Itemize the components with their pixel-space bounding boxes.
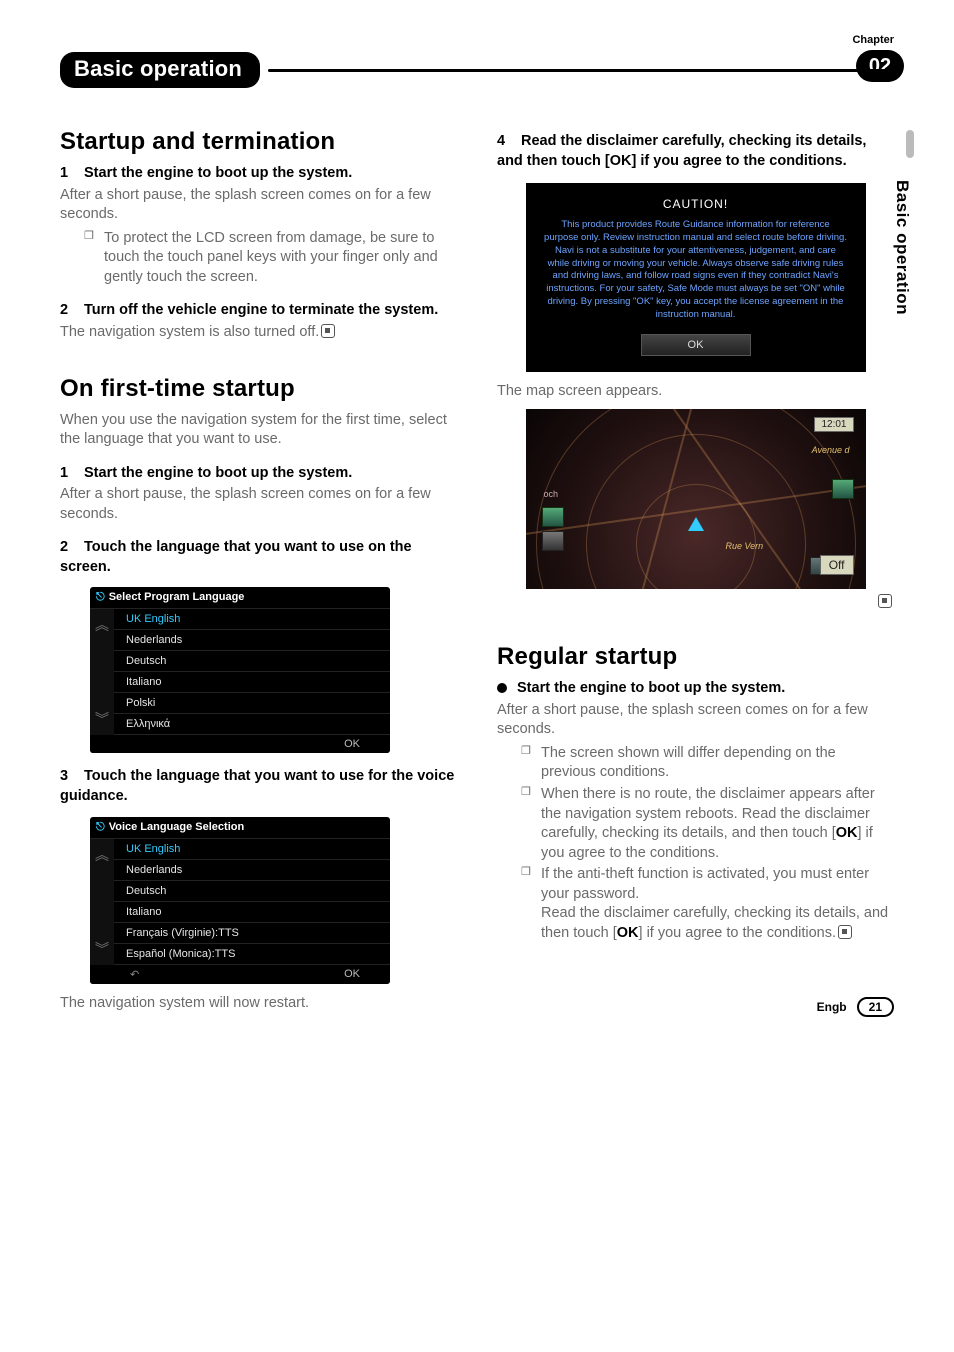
- ok-button[interactable]: OK: [344, 738, 360, 750]
- s2-step-1: 1Start the engine to boot up the system.: [60, 464, 457, 484]
- list-item[interactable]: UK English: [114, 609, 390, 630]
- header-line: [268, 69, 894, 72]
- map-button-icon[interactable]: [832, 479, 854, 499]
- right-column: 4Read the disclaimer carefully, checking…: [497, 128, 894, 1013]
- step-text: Start the engine to boot up the system.: [84, 165, 352, 181]
- list-item[interactable]: Italiano: [114, 902, 390, 923]
- chapter-label: Chapter: [852, 34, 894, 46]
- step-2: 2Turn off the vehicle engine to terminat…: [60, 301, 457, 321]
- map-street-label: Avenue d: [812, 445, 850, 455]
- voice-list-title: ⎋ Voice Language Selection: [90, 817, 390, 839]
- list-item[interactable]: Español (Monica):TTS: [114, 944, 390, 965]
- restart-note: The navigation system will now restart.: [60, 994, 457, 1014]
- ok-button[interactable]: OK: [344, 968, 360, 981]
- back-button[interactable]: ↶: [130, 968, 139, 981]
- step-1-body: After a short pause, the splash screen c…: [60, 186, 457, 225]
- list-item[interactable]: Deutsch: [114, 881, 390, 902]
- bullet-icon: [497, 683, 507, 693]
- side-tab-marker: [906, 130, 914, 158]
- voice-language-figure: ⎋ Voice Language Selection ︽ ︾ UK English…: [90, 817, 390, 984]
- step-text: Turn off the vehicle engine to terminate…: [84, 302, 438, 318]
- s2-step-2: 2Touch the language that you want to use…: [60, 538, 457, 577]
- step-number: 3: [60, 767, 84, 787]
- step-1: 1Start the engine to boot up the system.: [60, 164, 457, 184]
- page-footer: Engb 21: [817, 997, 894, 1017]
- step-2-body-text: The navigation system is also turned off…: [60, 324, 319, 340]
- map-small-label: och: [544, 489, 559, 499]
- step-number: 4: [497, 132, 521, 152]
- note-no-route: When there is no route, the disclaimer a…: [521, 785, 894, 863]
- footer-language: Engb: [817, 1000, 847, 1014]
- list-item[interactable]: Nederlands: [114, 860, 390, 881]
- list-item[interactable]: Français (Virginie):TTS: [114, 923, 390, 944]
- voice-items: UK English Nederlands Deutsch Italiano F…: [114, 839, 390, 965]
- step-text: Read the disclaimer carefully, checking …: [497, 133, 866, 169]
- regular-bullet: Start the engine to boot up the system.: [497, 679, 894, 699]
- marker-icon: ⎋: [96, 821, 105, 833]
- ok-inline: OK: [617, 925, 639, 941]
- note-screen-differ: The screen shown will differ depending o…: [521, 744, 894, 783]
- side-tab: Basic operation: [892, 160, 914, 370]
- caution-figure: CAUTION! This product provides Route Gui…: [526, 183, 866, 372]
- note-text: When there is no route, the disclaimer a…: [541, 786, 875, 841]
- s2-step1-body: After a short pause, the splash screen c…: [60, 485, 457, 524]
- side-label: Basic operation: [892, 180, 912, 315]
- step-number: 2: [60, 301, 84, 321]
- list-item[interactable]: Deutsch: [114, 651, 390, 672]
- list-item[interactable]: Ελληνικά: [114, 714, 390, 735]
- map-time-badge: 12:01: [814, 417, 853, 432]
- lang-title-text: Select Program Language: [109, 591, 245, 603]
- step-text: Start the engine to boot up the system.: [84, 465, 352, 481]
- map-button-icon[interactable]: [542, 531, 564, 551]
- ok-inline: OK: [836, 825, 858, 841]
- lang-items: UK English Nederlands Deutsch Italiano P…: [114, 609, 390, 735]
- note-antitheft: If the anti-theft function is activated,…: [521, 865, 894, 943]
- map-figure: 12:01 Avenue d Rue Vern och Off: [526, 409, 866, 589]
- caution-ok-button[interactable]: OK: [641, 334, 751, 356]
- first-time-intro: When you use the navigation system for t…: [60, 411, 457, 450]
- step-text: Touch the language that you want to use …: [60, 768, 454, 804]
- list-item[interactable]: UK English: [114, 839, 390, 860]
- step-text: Touch the language that you want to use …: [60, 539, 412, 575]
- list-item[interactable]: Nederlands: [114, 630, 390, 651]
- list-item[interactable]: Polski: [114, 693, 390, 714]
- map-street-label: Rue Vern: [726, 541, 764, 551]
- end-icon: [321, 324, 335, 338]
- footer-page-number: 21: [857, 997, 894, 1017]
- note-text: If the anti-theft function is activated,…: [541, 866, 869, 902]
- s2-step-3: 3Touch the language that you want to use…: [60, 767, 457, 806]
- bullet-text: Start the engine to boot up the system.: [517, 680, 785, 696]
- note-text: ] if you agree to the conditions.: [639, 925, 837, 941]
- map-off-button[interactable]: Off: [820, 555, 854, 575]
- scroll-down-icon[interactable]: ︾: [95, 709, 109, 729]
- voice-title-text: Voice Language Selection: [109, 821, 245, 833]
- map-button-icon[interactable]: [542, 507, 564, 527]
- step-2-body: The navigation system is also turned off…: [60, 323, 457, 343]
- step-number: 1: [60, 464, 84, 484]
- end-icon: [878, 594, 892, 608]
- section-regular-startup: Regular startup: [497, 643, 894, 671]
- step-number: 2: [60, 538, 84, 558]
- header-bar: Basic operation: [60, 52, 894, 88]
- caution-body: This product provides Route Guidance inf…: [544, 219, 848, 322]
- marker-icon: ⎋: [96, 591, 105, 603]
- list-item[interactable]: Italiano: [114, 672, 390, 693]
- section-first-time: On first-time startup: [60, 375, 457, 403]
- scroll-up-icon[interactable]: ︽: [95, 845, 109, 865]
- scroll-up-icon[interactable]: ︽: [95, 615, 109, 635]
- left-column: Startup and termination 1Start the engin…: [60, 128, 457, 1013]
- header-title: Basic operation: [60, 52, 260, 88]
- end-icon: [838, 925, 852, 939]
- note-lcd: To protect the LCD screen from damage, b…: [84, 229, 457, 288]
- program-language-figure: ⎋ Select Program Language ︽ ︾ UK English …: [90, 587, 390, 753]
- section-startup-termination: Startup and termination: [60, 128, 457, 156]
- map-caption: The map screen appears.: [497, 382, 894, 402]
- regular-body: After a short pause, the splash screen c…: [497, 701, 894, 740]
- caution-title: CAUTION!: [544, 197, 848, 211]
- map-cursor-icon: [688, 517, 704, 531]
- step-number: 1: [60, 164, 84, 184]
- scroll-down-icon[interactable]: ︾: [95, 939, 109, 959]
- lang-list-title: ⎋ Select Program Language: [90, 587, 390, 609]
- step-4: 4Read the disclaimer carefully, checking…: [497, 132, 894, 171]
